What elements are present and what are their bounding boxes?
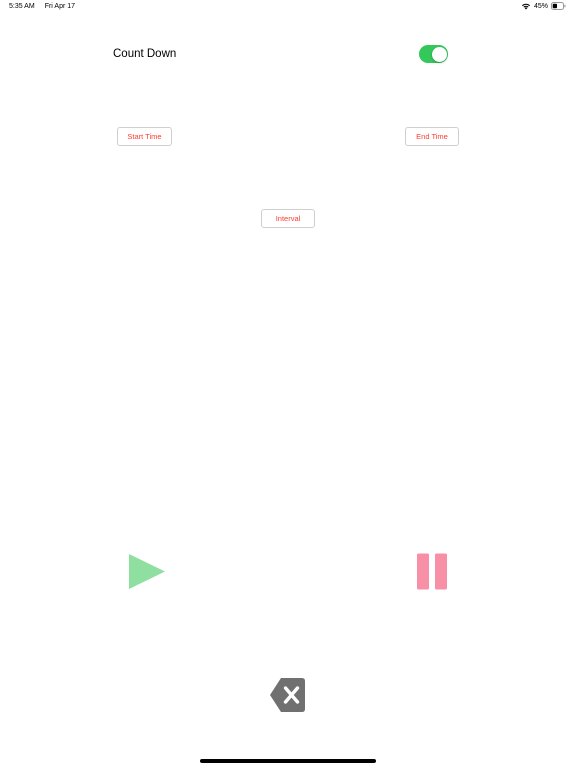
delete-icon (270, 678, 305, 712)
end-time-button[interactable]: End Time (405, 127, 459, 146)
countdown-toggle[interactable] (419, 45, 448, 63)
status-date: Fri Apr 17 (44, 3, 76, 10)
pause-button[interactable] (416, 553, 448, 590)
status-bar-left: 5:35 AM Fri Apr 17 (9, 3, 75, 10)
play-icon (129, 554, 165, 589)
toggle-knob (431, 46, 447, 62)
app-screen: 5:35 AM Fri Apr 17 45% Count Down Start … (0, 0, 576, 768)
play-button[interactable] (128, 553, 166, 590)
wifi-icon (521, 2, 531, 10)
battery-icon (551, 2, 566, 10)
interval-button[interactable]: Interval (261, 209, 315, 228)
delete-button[interactable] (269, 677, 306, 713)
battery-percent: 45% (533, 2, 548, 10)
status-time: 5:35 AM (9, 3, 35, 10)
pause-icon (417, 553, 447, 590)
countdown-label: Count Down (113, 48, 177, 60)
home-indicator[interactable] (200, 759, 376, 763)
status-bar-right: 45% (521, 2, 566, 10)
start-time-button[interactable]: Start Time (117, 127, 172, 146)
